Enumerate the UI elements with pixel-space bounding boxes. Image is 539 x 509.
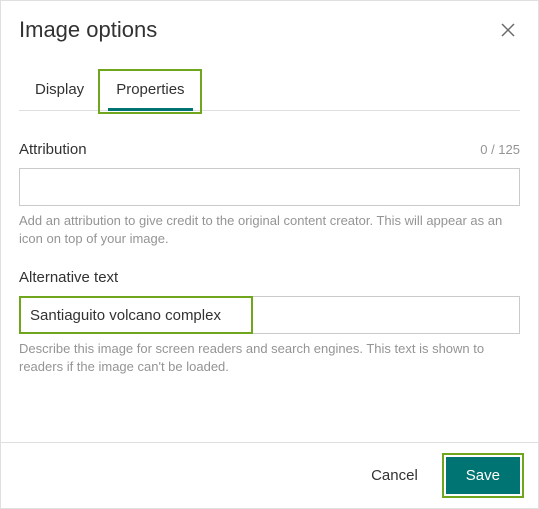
dialog-footer: Cancel Save — [1, 442, 538, 508]
close-button[interactable] — [496, 18, 520, 42]
field-header: Alternative text — [19, 269, 520, 286]
cancel-label: Cancel — [371, 467, 418, 484]
tab-display[interactable]: Display — [19, 71, 100, 110]
attribution-input[interactable] — [19, 168, 520, 206]
save-button[interactable]: Save — [446, 457, 520, 494]
alt-text-helper: Describe this image for screen readers a… — [19, 340, 520, 375]
tab-label: Properties — [116, 81, 184, 98]
dialog-content: Image options Display Properties Attribu… — [1, 1, 538, 442]
image-options-dialog: Image options Display Properties Attribu… — [0, 0, 539, 509]
attribution-counter: 0 / 125 — [480, 142, 520, 157]
attribution-label: Attribution — [19, 141, 87, 158]
attribution-helper: Add an attribution to give credit to the… — [19, 212, 520, 247]
dialog-title: Image options — [19, 17, 157, 43]
field-header: Attribution 0 / 125 — [19, 141, 520, 158]
dialog-header: Image options — [19, 17, 520, 43]
alt-text-field: Alternative text Describe this image for… — [19, 269, 520, 375]
alt-text-label: Alternative text — [19, 269, 118, 286]
tab-properties[interactable]: Properties — [100, 71, 200, 110]
tab-label: Display — [35, 81, 84, 98]
alt-text-input-wrap — [19, 296, 520, 334]
tab-bar: Display Properties — [19, 71, 520, 111]
save-label: Save — [466, 467, 500, 484]
alt-text-input[interactable] — [19, 296, 520, 334]
close-icon — [500, 22, 516, 38]
attribution-field: Attribution 0 / 125 Add an attribution t… — [19, 141, 520, 247]
save-button-wrap: Save — [446, 457, 520, 494]
cancel-button[interactable]: Cancel — [357, 457, 432, 494]
